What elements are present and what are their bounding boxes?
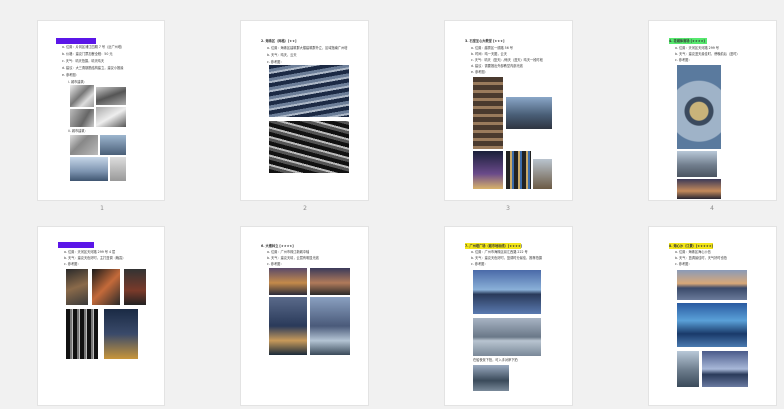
document-page-4[interactable]: 4. 花城体育场 [★★★★] a. 位置：天河区天河路 299 号 b. 天气…	[648, 20, 777, 201]
sub-label: i. 城市建筑：	[68, 80, 87, 84]
reference-photo	[677, 65, 721, 149]
reference-photo	[70, 85, 94, 107]
title-highlight	[58, 242, 94, 248]
page-line: b. 时间：晴一天图，云天	[471, 52, 507, 56]
page-line: c. 参考图：	[675, 262, 692, 266]
page-line: b. 天气：建议天色好时，蓝调时分最佳，推荐拍摄	[471, 256, 542, 260]
page-line: a. 位置：广州市珠江新城中轴	[267, 250, 310, 254]
title-highlight	[56, 38, 96, 44]
reference-photo	[70, 109, 94, 127]
reference-photo	[473, 318, 541, 356]
reference-photo	[110, 157, 126, 181]
page-line: c. 天气：晴天（蓝天）/雨天（蓝天）晴天一段时段	[471, 58, 543, 62]
reference-photo	[473, 270, 541, 314]
page-line: c. 参考图：	[267, 262, 284, 266]
page-title: 7. 广州塔广场（城市地标线）[★★★★]	[465, 244, 523, 248]
reference-photo	[310, 268, 350, 295]
page-title: 6. 大楼林立 [★★★★]	[261, 244, 294, 248]
reference-photo	[269, 121, 349, 173]
reference-photo	[533, 159, 552, 189]
page-line: c. 天气：晴天拍摄，晴天晴天	[62, 59, 105, 63]
page-line: a. 位置：片冈区浦江四期 7 号（近广州塔）	[62, 45, 125, 49]
page-title: 2. 海珠区（网格）[★★]	[261, 39, 297, 43]
page-line: a. 位置：广州市海珠区阅江西路 222 号	[471, 250, 528, 254]
page-line: b. 天气：建议蓝天最佳时，傍晚前后（蓝时）	[675, 52, 740, 56]
page-line: e. 参考图：	[471, 70, 488, 74]
reference-photo	[677, 151, 717, 177]
document-page-2[interactable]: 2. 海珠区（网格）[★★] a. 位置：海珠区建筑群大楼建筑群外立，区域指南广…	[240, 20, 369, 201]
reference-photo	[506, 97, 552, 129]
page-line: c. 参考图：	[471, 262, 488, 266]
reference-photo	[66, 309, 98, 359]
document-page-3[interactable]: 3. 石室圣心大教堂 [★★★] a. 位置：越秀区一德路 56 号 b. 时间…	[444, 20, 573, 201]
page-line: b. 天气：蓝调最佳时，天气好时也拍	[675, 256, 727, 260]
reference-photo	[269, 65, 349, 117]
document-page-6[interactable]: 6. 大楼林立 [★★★★] a. 位置：广州市珠江新城中轴 b. 天气：建议天…	[240, 226, 369, 406]
page-line: a. 位置：越秀区一德路 56 号	[471, 46, 513, 50]
reference-photo	[310, 297, 350, 355]
page-line: b. 天气：建议天晴，云层有明显光线	[267, 256, 319, 260]
document-page-7[interactable]: 7. 广州塔广场（城市地标线）[★★★★] a. 位置：广州市海珠区阅江西路 2…	[444, 226, 573, 406]
page-title: 8. 海心沙（江景）[★★★★★]	[669, 244, 714, 248]
document-page-1[interactable]: a. 位置：片冈区浦江四期 7 号（近广州塔） b. 价格：建议门票加餐全程：5…	[37, 20, 165, 201]
page-line: c. 参考图：	[675, 58, 692, 62]
reference-photo	[473, 151, 503, 189]
page-line: a. 位置：天河区天河路 299 号 4 层	[64, 250, 116, 254]
reference-photo	[473, 77, 503, 149]
reference-photo	[269, 297, 307, 355]
page-number: 3	[506, 205, 510, 212]
page-line: b. 天气：晴天，云天	[267, 53, 297, 57]
reference-photo	[92, 269, 120, 305]
page-title: 3. 石室圣心大教堂 [★★★]	[465, 39, 505, 43]
reference-photo	[677, 179, 721, 199]
page-line: a. 位置：海珠区海心沙岛	[675, 250, 711, 254]
reference-photo	[677, 303, 747, 347]
page-line: e. 参考图：	[62, 73, 79, 77]
page-line: b. 价格：建议门票加餐全程：50 元	[62, 52, 113, 56]
sub-label: ii. 城市建筑：	[68, 129, 88, 133]
reference-photo	[473, 365, 509, 391]
reference-photo	[66, 269, 88, 305]
reference-photo	[506, 151, 531, 189]
page-title: 4. 花城体育场 [★★★★]	[669, 39, 705, 43]
page-line: a. 位置：天河区天河路 299 号	[675, 46, 719, 50]
reference-photo	[70, 135, 98, 155]
reference-photo	[677, 351, 699, 387]
reference-photo	[702, 351, 748, 387]
page-number: 2	[303, 205, 307, 212]
page-number: 1	[100, 205, 104, 212]
page-number: 4	[710, 205, 714, 212]
reference-photo	[96, 87, 126, 105]
page-line: c. 参考图：	[267, 60, 284, 64]
reference-photo	[104, 309, 138, 359]
page-line: b. 天气：建议天色好时，主打蓝调（晚霞）	[64, 256, 126, 260]
page-line: d. 建议：大三角钢筋结构建立，建议小推最	[62, 66, 124, 70]
reference-photo	[124, 269, 146, 305]
reference-photo	[269, 268, 307, 295]
document-page-5[interactable]: a. 位置：天河区天河路 299 号 4 层 b. 天气：建议天色好时，主打蓝调…	[37, 226, 165, 406]
photo-caption: 在船夜景下拍，可入手对岸下拍	[473, 358, 518, 362]
page-line: d. 建议：需要推出外部教堂内部光线	[471, 64, 523, 68]
page-line: a. 位置：海珠区建筑群大楼建筑群外立，区域指南广州塔	[267, 46, 348, 50]
reference-photo	[96, 107, 126, 127]
reference-photo	[677, 270, 747, 300]
reference-photo	[100, 135, 126, 155]
page-line: c. 参考图：	[64, 262, 81, 266]
reference-photo	[70, 157, 108, 181]
document-page-8[interactable]: 8. 海心沙（江景）[★★★★★] a. 位置：海珠区海心沙岛 b. 天气：蓝调…	[648, 226, 777, 406]
